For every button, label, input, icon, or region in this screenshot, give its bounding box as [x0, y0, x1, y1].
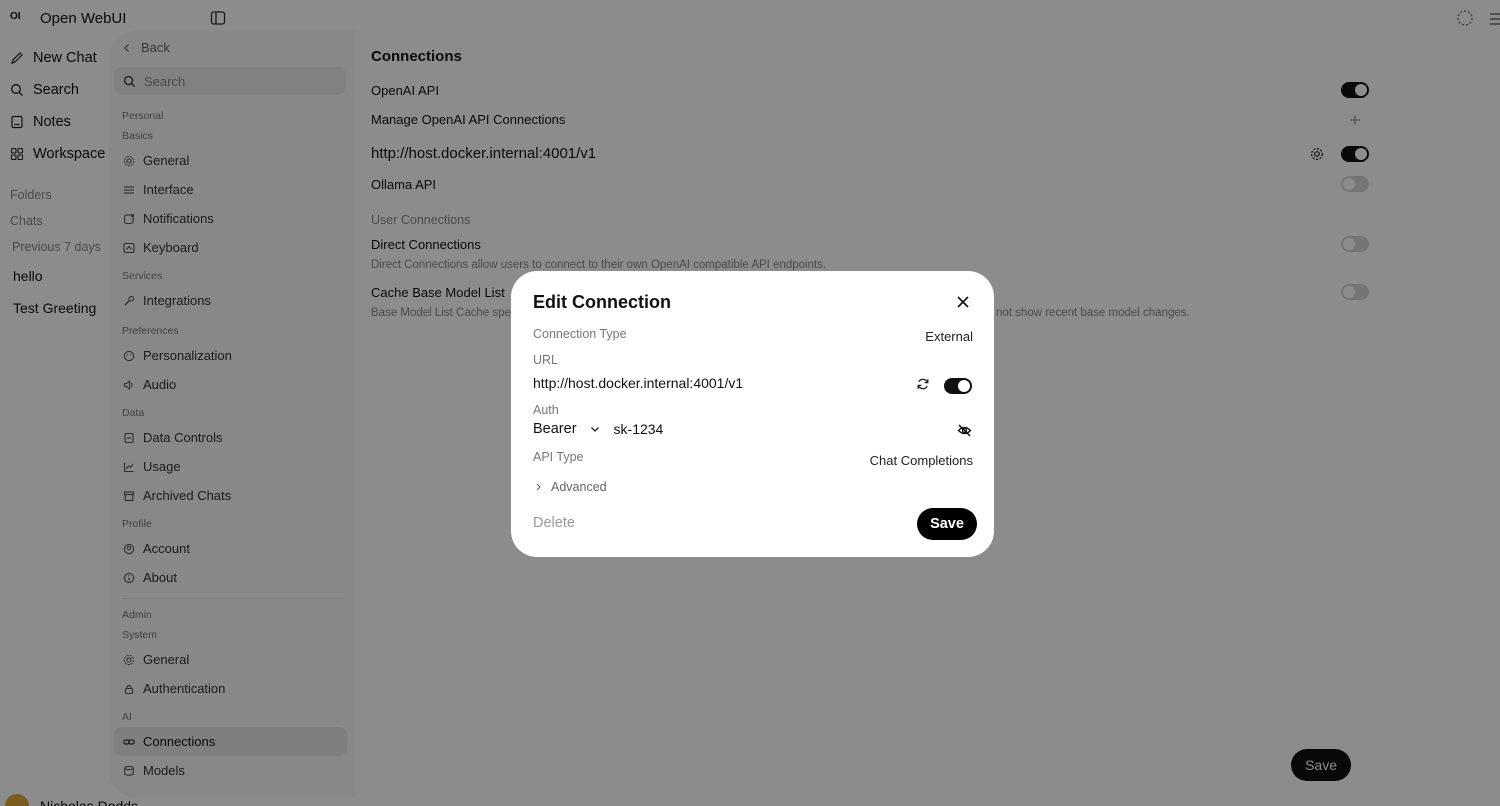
url-enabled-toggle[interactable] — [944, 378, 972, 394]
api-type-toggle[interactable]: Chat Completions — [870, 453, 973, 468]
api-type-label: API Type — [533, 450, 584, 464]
connection-type-label: Connection Type — [533, 327, 627, 341]
refresh-icon[interactable] — [916, 377, 930, 391]
auth-row: Bearer sk-1234 — [533, 421, 663, 437]
connection-type-toggle[interactable]: External — [925, 329, 973, 344]
edit-connection-dialog: Edit Connection Connection Type External… — [511, 271, 994, 557]
eye-slash-icon[interactable] — [957, 423, 972, 438]
auth-label: Auth — [533, 403, 559, 417]
close-icon[interactable] — [956, 295, 970, 309]
advanced-toggle[interactable]: Advanced — [535, 480, 607, 494]
advanced-label: Advanced — [551, 480, 607, 494]
auth-type-select[interactable]: Bearer — [533, 421, 577, 437]
api-key-input[interactable]: sk-1234 — [614, 421, 664, 437]
url-input[interactable]: http://host.docker.internal:4001/v1 — [533, 375, 743, 391]
dialog-title: Edit Connection — [533, 292, 671, 312]
delete-button[interactable]: Delete — [533, 515, 575, 531]
save-button[interactable]: Save — [917, 508, 977, 540]
chevron-right-icon — [536, 483, 541, 491]
url-label: URL — [533, 353, 559, 367]
chevron-down-icon[interactable] — [590, 424, 600, 434]
